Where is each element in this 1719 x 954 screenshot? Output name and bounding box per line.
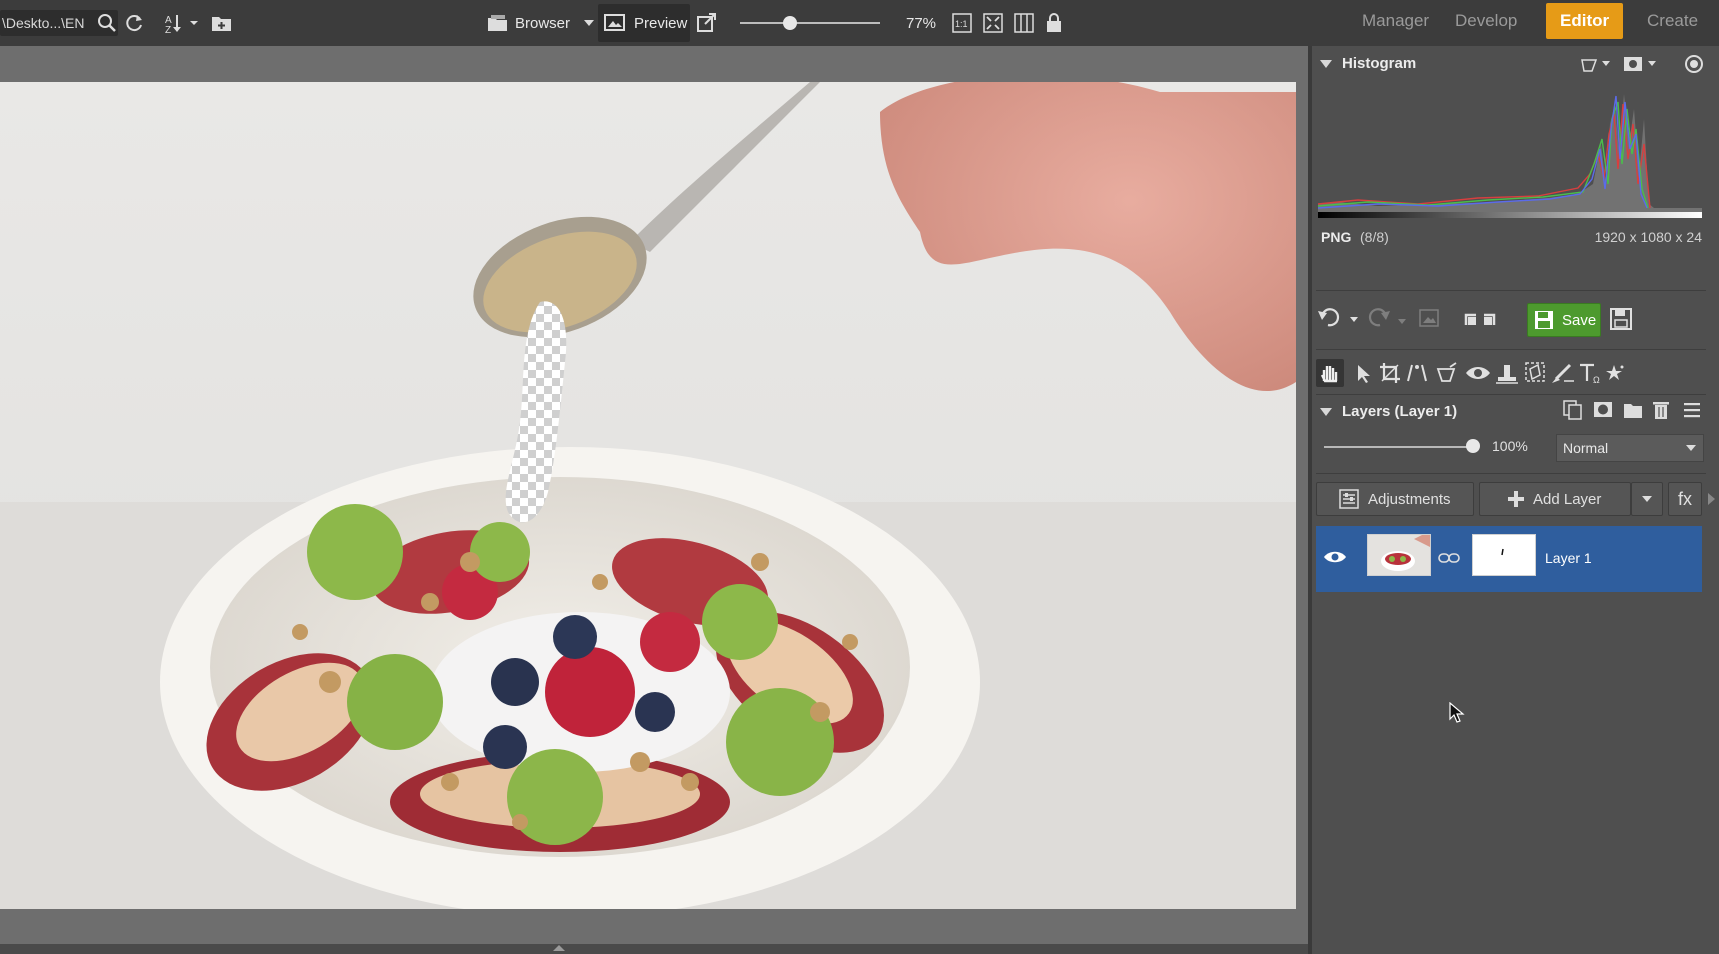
fit-screen-icon[interactable] xyxy=(983,13,1003,33)
crop-icon[interactable] xyxy=(1380,363,1400,383)
divider xyxy=(1316,349,1706,350)
new-folder-icon[interactable] xyxy=(211,12,233,34)
actual-size-icon[interactable]: 1:1 xyxy=(952,13,972,33)
image-dimensions: 1920 x 1080 x 24 xyxy=(1594,229,1702,245)
path-text: \Deskto...\EN xyxy=(2,15,85,31)
menu-icon[interactable] xyxy=(1684,403,1700,418)
mouse-cursor-icon xyxy=(1449,702,1465,723)
svg-text:Z: Z xyxy=(165,25,171,34)
save-as-icon[interactable] xyxy=(1609,307,1633,331)
clone-stamp-icon[interactable] xyxy=(1496,365,1518,384)
top-toolbar: \Deskto...\EN AZ Browser Preview 77% 1:1… xyxy=(0,0,1719,47)
adjustments-icon xyxy=(1339,489,1359,509)
text-icon[interactable]: Ω xyxy=(1580,363,1600,385)
mask-stroke xyxy=(1501,548,1504,556)
divider xyxy=(1316,473,1706,474)
folder-icon[interactable] xyxy=(1624,404,1642,418)
layer-row[interactable]: Layer 1 xyxy=(1316,526,1702,592)
channel-icon[interactable] xyxy=(1624,57,1656,71)
preview-button[interactable]: Preview xyxy=(598,4,690,42)
perspective-icon[interactable] xyxy=(1436,362,1457,382)
fit-height-icon[interactable] xyxy=(1014,13,1034,33)
layer-thumbnail xyxy=(1367,534,1431,576)
delete-layer-icon[interactable] xyxy=(1653,402,1669,419)
history-tools xyxy=(1318,308,1496,327)
preview-label: Preview xyxy=(634,14,688,32)
adjustments-button[interactable]: Adjustments xyxy=(1316,482,1474,516)
straighten-icon[interactable] xyxy=(1407,364,1427,382)
divider xyxy=(1316,394,1706,395)
hand-icon[interactable] xyxy=(1320,366,1338,383)
tool-icons: Ω xyxy=(1320,362,1624,385)
mode-editor[interactable]: Editor xyxy=(1546,3,1624,39)
save-icon xyxy=(1535,311,1553,329)
histogram-mode-icon[interactable] xyxy=(1581,59,1610,72)
exposure-icon[interactable] xyxy=(1685,55,1703,73)
svg-text:1:1: 1:1 xyxy=(955,19,968,29)
image-format: PNG xyxy=(1321,229,1352,245)
layer-mask-thumbnail[interactable] xyxy=(1472,534,1536,576)
zoom-slider-knob[interactable] xyxy=(783,16,797,30)
histogram-tools xyxy=(1581,55,1703,73)
brush-icon[interactable] xyxy=(1552,363,1574,383)
mode-develop[interactable]: Develop xyxy=(1455,0,1517,46)
duplicate-layer-icon[interactable] xyxy=(1563,400,1582,420)
pointer-icon[interactable] xyxy=(1358,365,1370,383)
sort-icon[interactable]: AZ xyxy=(163,12,199,34)
photo-drawing xyxy=(0,82,1296,909)
redo-icon[interactable] xyxy=(1368,308,1406,327)
histogram-graph xyxy=(1318,84,1702,218)
history-image-icon[interactable] xyxy=(1419,309,1439,327)
save-label: Save xyxy=(1562,311,1597,329)
red-eye-icon[interactable] xyxy=(1466,367,1490,379)
add-layer-button[interactable]: Add Layer xyxy=(1479,482,1631,516)
layer-thumbnail-image xyxy=(1381,535,1430,571)
search-icon[interactable] xyxy=(96,12,118,34)
mode-create[interactable]: Create xyxy=(1647,0,1698,46)
image-canvas[interactable] xyxy=(0,46,1308,944)
mode-manager[interactable]: Manager xyxy=(1362,0,1429,46)
collapse-layers-icon[interactable] xyxy=(1320,408,1332,416)
eye-icon[interactable] xyxy=(1323,549,1347,565)
chevron-down-icon xyxy=(1642,496,1652,502)
external-window-icon[interactable] xyxy=(696,12,718,34)
effects-icon[interactable] xyxy=(1606,365,1624,380)
chevron-down-icon[interactable] xyxy=(583,18,595,28)
histogram-title: Histogram xyxy=(1342,55,1417,72)
save-button[interactable]: Save xyxy=(1527,303,1601,337)
adjustments-label: Adjustments xyxy=(1368,490,1451,508)
add-layer-dropdown[interactable] xyxy=(1631,482,1663,516)
expand-panel-icon[interactable] xyxy=(1706,492,1716,506)
opacity-slider-knob[interactable] xyxy=(1466,439,1480,453)
blend-mode-value: Normal xyxy=(1563,440,1609,456)
lock-icon[interactable] xyxy=(1045,12,1063,34)
selection-icon[interactable] xyxy=(1525,362,1545,382)
revert-right-icon[interactable] xyxy=(1484,313,1496,325)
chevron-up-icon[interactable] xyxy=(552,944,566,952)
chevron-down-icon xyxy=(1686,445,1696,451)
layer-name[interactable]: Layer 1 xyxy=(1545,550,1592,566)
layer-mask-icon[interactable] xyxy=(1594,402,1612,417)
svg-text:Ω: Ω xyxy=(1593,375,1600,385)
fx-button[interactable]: fx xyxy=(1668,482,1702,516)
layer-tools xyxy=(1563,400,1700,420)
collapse-histogram-icon[interactable] xyxy=(1320,60,1332,68)
refresh-icon[interactable] xyxy=(123,12,145,34)
image-icon xyxy=(604,14,625,31)
divider xyxy=(1316,290,1706,291)
layers-title: Layers (Layer 1) xyxy=(1342,403,1458,420)
undo-icon[interactable] xyxy=(1318,308,1358,327)
add-layer-label: Add Layer xyxy=(1533,490,1602,508)
plus-icon xyxy=(1508,491,1524,507)
revert-left-icon[interactable] xyxy=(1464,313,1476,325)
link-icon[interactable] xyxy=(1438,552,1460,564)
opacity-value: 100% xyxy=(1492,438,1528,454)
zoom-level: 77% xyxy=(906,14,937,32)
image-bit-depth: (8/8) xyxy=(1360,229,1389,245)
browser-icon xyxy=(488,15,507,31)
blend-mode-select[interactable]: Normal xyxy=(1556,434,1704,462)
browser-button[interactable]: Browser xyxy=(515,0,570,46)
photo-image xyxy=(0,82,1296,909)
